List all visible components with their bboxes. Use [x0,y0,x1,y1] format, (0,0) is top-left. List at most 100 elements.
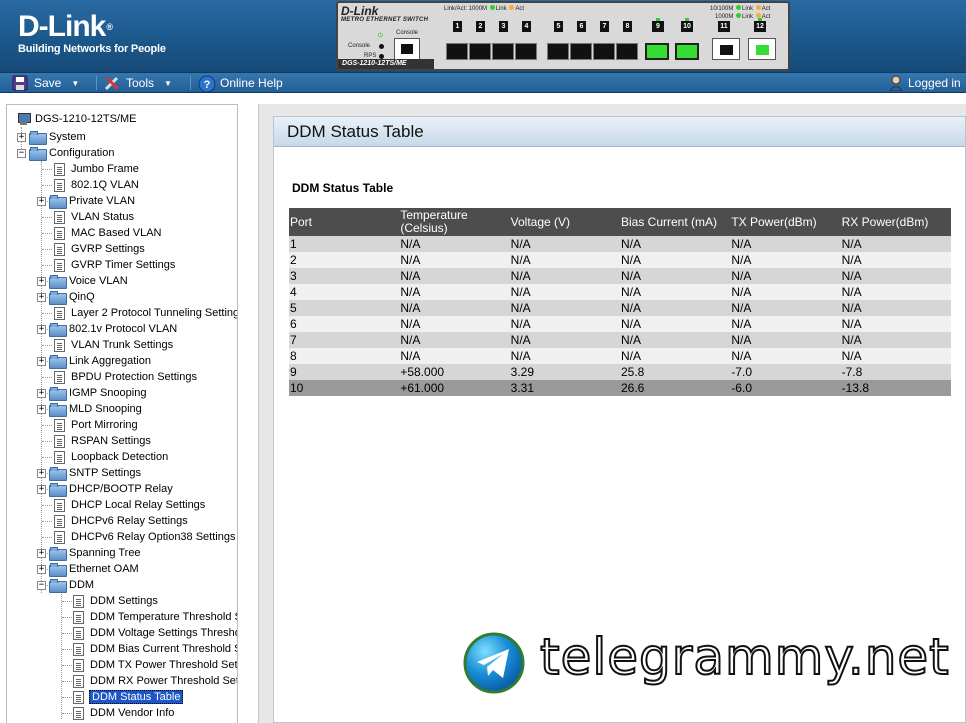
tree-item-spanning-tree[interactable]: + Spanning Tree [37,545,142,561]
tree-item-qinq[interactable]: + QinQ [37,289,96,305]
port-number-9: 9 [652,21,664,32]
tree-item-ddm-status-table[interactable]: DDM Status Table [73,689,184,705]
tree-item-voice-vlan[interactable]: + Voice VLAN [37,273,129,289]
tree-item-dhcpv6-relay-settings[interactable]: DHCPv6 Relay Settings [37,513,189,529]
tree-root-label: DGS-1210-12TS/ME [35,113,137,125]
port-4[interactable] [515,43,537,60]
tree-item-gvrp-timer-settings[interactable]: GVRP Timer Settings [37,257,176,273]
port-11[interactable] [712,38,740,60]
cell-bias-current: N/A [619,284,731,300]
port-9[interactable] [645,43,669,60]
tree-item-configuration[interactable]: − Configuration [17,145,115,161]
tree-item-ethernet-oam[interactable]: + Ethernet OAM [37,561,140,577]
tree-item-ddm-settings[interactable]: DDM Settings [73,593,159,609]
tree-item-label: SNTP Settings [69,467,141,479]
folder-icon [49,387,67,401]
expand-icon[interactable]: + [37,484,46,494]
tree-item-ddm-voltage-settings-threshold-settings[interactable]: DDM Voltage Settings Threshold Settings [73,625,237,641]
expand-icon[interactable]: + [37,356,46,366]
tree-item-bpdu-protection-settings[interactable]: BPDU Protection Settings [37,369,198,385]
expand-icon[interactable]: + [37,324,46,334]
tree-item-loopback-detection[interactable]: Loopback Detection [37,449,169,465]
logged-in-status: Logged in [888,73,961,93]
expand-icon[interactable]: + [37,388,46,398]
cell-temperature: N/A [399,316,510,332]
console-port[interactable] [394,38,420,60]
panel-brand: D-Link [341,4,379,18]
telegram-logo-icon [463,632,525,694]
port-2[interactable] [469,43,491,60]
port-number-5: 5 [554,21,563,32]
tree-item-igmp-snooping[interactable]: + IGMP Snooping [37,385,147,401]
tree-item-private-vlan[interactable]: + Private VLAN [37,193,136,209]
tree-item-sntp-settings[interactable]: + SNTP Settings [37,465,142,481]
save-menu[interactable]: Save ▼ [12,73,79,93]
tree-item-ddm-vendor-info[interactable]: DDM Vendor Info [73,705,175,721]
tree-item-dhcp-bootp-relay[interactable]: + DHCP/BOOTP Relay [37,481,174,497]
tree-item-gvrp-settings[interactable]: GVRP Settings [37,241,146,257]
tree-item-802-1v-protocol-vlan[interactable]: +802.1v Protocol VLAN [37,321,178,337]
expand-icon[interactable]: + [37,196,46,206]
folder-icon [49,563,67,577]
tree-item-ddm-rx-power-threshold-settings[interactable]: DDM RX Power Threshold Settings [73,673,237,689]
port-1[interactable] [446,43,468,60]
tree-item-jumbo-frame[interactable]: Jumbo Frame [37,161,140,177]
col-header-bias-current: Bias Current (mA) [619,208,731,236]
cell-voltage: N/A [509,284,620,300]
page-icon [54,178,65,192]
tree-item-802-1q-vlan[interactable]: 802.1Q VLAN [37,177,140,193]
tree-item-ddm[interactable]: − DDM [37,577,95,593]
expand-icon[interactable]: + [37,292,46,302]
tree-item-mld-snooping[interactable]: + MLD Snooping [37,401,143,417]
header-banner: D-Link® Building Networks for People D-L… [0,0,966,72]
user-icon [888,75,904,92]
port-7[interactable] [593,43,615,60]
port-3[interactable] [492,43,514,60]
collapse-icon[interactable]: − [37,580,46,590]
tree-item-ddm-temperature-threshold-settings[interactable]: DDM Temperature Threshold Settings [73,609,237,625]
tree-root[interactable]: DGS-1210-12TS/ME [17,111,137,127]
cell-voltage: N/A [509,348,620,364]
watermark-text: telegrammy.net [539,627,950,687]
col-header-temperature: Temperature (Celsius) [399,208,510,236]
cell-port: 10 [289,380,400,396]
expand-icon[interactable]: + [37,276,46,286]
tree-item-label: Jumbo Frame [71,163,139,175]
port-12[interactable] [748,38,776,60]
tree-item-label: System [49,131,86,143]
cell-rx-power: N/A [840,268,951,284]
expand-icon[interactable]: + [37,548,46,558]
tree-item-ddm-bias-current-threshold-settings[interactable]: DDM Bias Current Threshold Settings [73,641,237,657]
table-row: 5 N/A N/A N/A N/A N/A [289,300,951,316]
tree-item-layer-2-protocol-tunneling-settings[interactable]: Layer 2 Protocol Tunneling Settings [37,305,237,321]
page-icon [73,610,84,624]
tree-item-port-mirroring[interactable]: Port Mirroring [37,417,139,433]
cell-bias-current: 26.6 [619,380,731,396]
page-icon [54,338,65,352]
expand-icon[interactable]: + [37,564,46,574]
port-10[interactable] [675,43,699,60]
tree-item-link-aggregation[interactable]: + Link Aggregation [37,353,152,369]
tree-item-ddm-tx-power-threshold-settings[interactable]: DDM TX Power Threshold Settings [73,657,237,673]
tree-item-vlan-trunk-settings[interactable]: VLAN Trunk Settings [37,337,174,353]
collapse-icon[interactable]: − [17,148,26,158]
port-8[interactable] [616,43,638,60]
port-5[interactable] [547,43,569,60]
cell-rx-power: N/A [840,316,951,332]
tree-item-dhcp-local-relay-settings[interactable]: DHCP Local Relay Settings [37,497,206,513]
navigation-tree: DGS-1210-12TS/ME + System − Configuratio… [6,104,238,723]
port-6[interactable] [570,43,592,60]
table-row: 2 N/A N/A N/A N/A N/A [289,252,951,268]
tree-item-label: Loopback Detection [71,451,169,463]
tree-item-label: Voice VLAN [69,275,128,287]
tree-item-dhcpv6-relay-option38-settings[interactable]: DHCPv6 Relay Option38 Settings [37,529,236,545]
online-help-link[interactable]: ? Online Help [198,73,283,93]
expand-icon[interactable]: + [17,132,26,142]
tree-item-vlan-status[interactable]: VLAN Status [37,209,135,225]
tree-item-mac-based-vlan[interactable]: MAC Based VLAN [37,225,162,241]
tools-menu[interactable]: Tools ▼ [104,73,172,93]
expand-icon[interactable]: + [37,468,46,478]
tree-item-system[interactable]: + System [17,129,87,145]
expand-icon[interactable]: + [37,404,46,414]
tree-item-rspan-settings[interactable]: RSPAN Settings [37,433,152,449]
